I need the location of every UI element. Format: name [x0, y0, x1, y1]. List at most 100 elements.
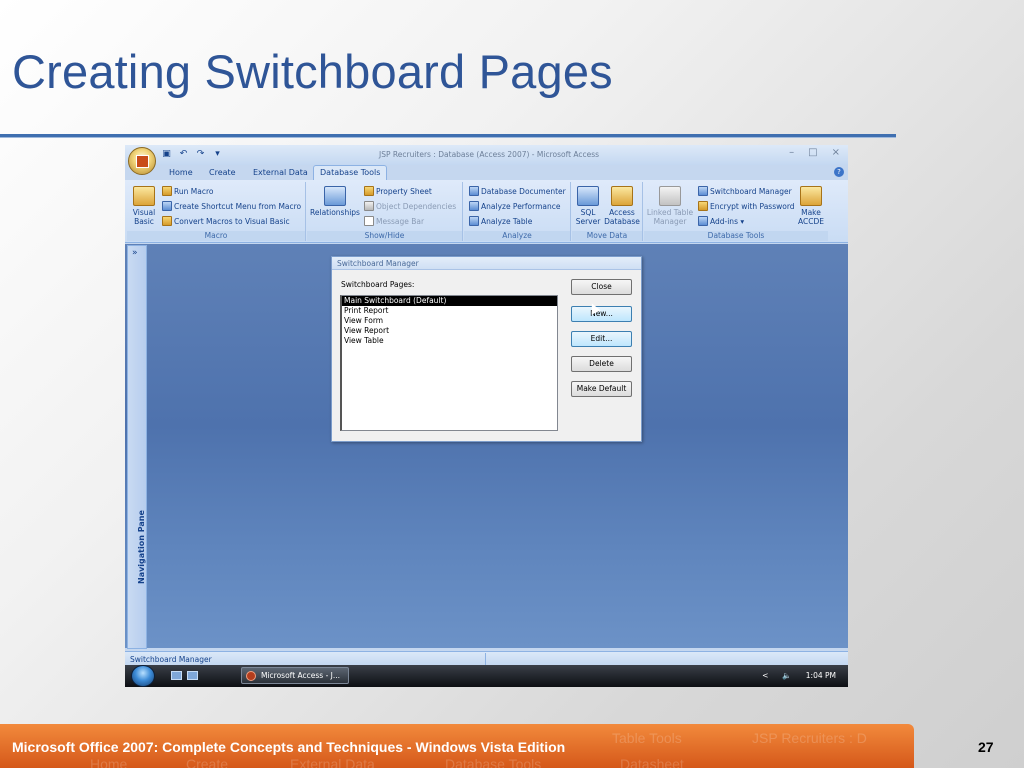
analyze-table-button[interactable]: Analyze Table — [469, 216, 532, 226]
message-bar-checkbox[interactable]: Message Bar — [364, 216, 424, 226]
close-dialog-button[interactable]: Close — [571, 279, 632, 295]
taskbar-access-button[interactable]: Microsoft Access - J... — [241, 667, 349, 684]
group-label-analyze: Analyze — [464, 231, 570, 241]
create-shortcut-menu-button[interactable]: Create Shortcut Menu from Macro — [162, 201, 301, 211]
tab-external-data[interactable]: External Data — [247, 167, 314, 178]
ribbon-group-show-hide: Relationships Property Sheet Object Depe… — [307, 182, 463, 241]
list-item[interactable]: View Report — [342, 326, 557, 336]
analyze-table-icon — [469, 216, 479, 226]
tab-database-tools[interactable]: Database Tools — [313, 165, 388, 181]
property-sheet-icon — [364, 186, 374, 196]
relationships-button[interactable]: Relationships — [309, 186, 361, 217]
customize-qat-icon[interactable]: ▾ — [212, 149, 223, 160]
convert-macros-icon — [162, 216, 172, 226]
ribbon-group-database-tools: Linked Table Manager Switchboard Manager… — [644, 182, 828, 241]
checkbox-icon — [364, 216, 374, 226]
run-macro-icon — [162, 186, 172, 196]
visual-basic-icon — [133, 186, 155, 206]
delete-page-button[interactable]: Delete — [571, 356, 632, 372]
switchboard-pages-list[interactable]: Main Switchboard (Default) Print Report … — [340, 295, 558, 431]
sql-server-button[interactable]: SQL Server — [574, 186, 602, 226]
status-divider — [485, 653, 486, 665]
object-dependencies-icon — [364, 201, 374, 211]
switchboard-manager-button[interactable]: Switchboard Manager — [698, 186, 792, 196]
status-bar: Switchboard Manager — [125, 651, 848, 665]
show-desktop-icon[interactable] — [171, 671, 182, 680]
footer-text: Microsoft Office 2007: Complete Concepts… — [12, 739, 566, 755]
ribbon-tabs: Home Create External Data Database Tools… — [125, 165, 848, 181]
title-divider — [0, 134, 896, 137]
volume-icon[interactable]: 🔈 — [782, 671, 791, 680]
documenter-icon — [469, 186, 479, 196]
switchboard-pages-label: Switchboard Pages: — [341, 280, 415, 289]
sql-server-icon — [577, 186, 599, 206]
ribbon-group-move-data: SQL Server Access Database Move Data — [572, 182, 643, 241]
group-label-database-tools: Database Tools — [644, 231, 828, 241]
tray-chevron-icon[interactable]: < — [762, 671, 768, 680]
encrypt-password-button[interactable]: Encrypt with Password — [698, 201, 795, 211]
add-ins-button[interactable]: Add-ins ▾ — [698, 216, 744, 226]
switch-windows-icon[interactable] — [187, 671, 198, 680]
linked-table-manager-button[interactable]: Linked Table Manager — [646, 186, 694, 226]
encrypt-icon — [698, 201, 708, 211]
undo-icon[interactable]: ↶ — [178, 149, 189, 160]
close-button[interactable]: × — [832, 147, 840, 158]
office-button[interactable] — [128, 147, 156, 175]
system-tray: < 🔈 1:04 PM — [762, 671, 836, 680]
tab-home[interactable]: Home — [163, 167, 199, 178]
slide-title: Creating Switchboard Pages — [12, 45, 613, 98]
list-item[interactable]: View Form — [342, 316, 557, 326]
access-screenshot: ▣ ↶ ↷ ▾ JSP Recruiters : Database (Acces… — [125, 145, 848, 687]
group-label-show-hide: Show/Hide — [307, 231, 462, 241]
performance-icon — [469, 201, 479, 211]
ribbon: Visual Basic Run Macro Create Shortcut M… — [125, 180, 848, 243]
make-accde-icon — [800, 186, 822, 206]
access-database-icon — [611, 186, 633, 206]
switchboard-manager-icon — [698, 186, 708, 196]
minimize-button[interactable]: – — [789, 147, 794, 158]
status-text: Switchboard Manager — [130, 655, 212, 664]
start-button[interactable] — [131, 665, 155, 687]
list-item[interactable]: Main Switchboard (Default) — [342, 296, 557, 306]
window-title: JSP Recruiters : Database (Access 2007) … — [379, 150, 600, 159]
office-logo-icon — [136, 155, 149, 168]
maximize-button[interactable]: □ — [808, 147, 817, 158]
property-sheet-button[interactable]: Property Sheet — [364, 186, 432, 196]
clock[interactable]: 1:04 PM — [806, 671, 836, 680]
redo-icon[interactable]: ↷ — [195, 149, 206, 160]
group-label-macro: Macro — [127, 231, 305, 241]
page-number: 27 — [978, 739, 994, 755]
make-default-button[interactable]: Make Default — [571, 381, 632, 397]
make-accde-button[interactable]: Make ACCDE — [796, 186, 826, 226]
new-page-button[interactable]: New... — [571, 306, 632, 322]
linked-table-icon — [659, 186, 681, 206]
list-item[interactable]: Print Report — [342, 306, 557, 316]
save-icon[interactable]: ▣ — [161, 149, 172, 160]
add-ins-icon — [698, 216, 708, 226]
ribbon-group-analyze: Database Documenter Analyze Performance … — [464, 182, 571, 241]
navigation-pane[interactable]: » Navigation Pane — [127, 245, 147, 649]
windows-taskbar: Microsoft Access - J... < 🔈 1:04 PM — [125, 665, 848, 687]
window-controls: – □ × — [789, 147, 840, 158]
edit-page-button[interactable]: Edit... — [571, 331, 632, 347]
window-titlebar: ▣ ↶ ↷ ▾ JSP Recruiters : Database (Acces… — [125, 145, 848, 165]
help-icon[interactable]: ? — [834, 167, 844, 177]
tab-create[interactable]: Create — [203, 167, 242, 178]
shortcut-menu-icon — [162, 201, 172, 211]
database-documenter-button[interactable]: Database Documenter — [469, 186, 566, 196]
quick-access-toolbar: ▣ ↶ ↷ ▾ — [161, 149, 223, 160]
access-app-icon — [246, 671, 256, 681]
group-label-move-data: Move Data — [572, 231, 642, 241]
run-macro-button[interactable]: Run Macro — [162, 186, 213, 196]
dialog-title: Switchboard Manager — [332, 257, 641, 270]
relationships-icon — [324, 186, 346, 206]
access-database-button[interactable]: Access Database — [604, 186, 640, 226]
switchboard-manager-dialog: Switchboard Manager Switchboard Pages: M… — [331, 256, 642, 442]
convert-macros-button[interactable]: Convert Macros to Visual Basic — [162, 216, 290, 226]
analyze-performance-button[interactable]: Analyze Performance — [469, 201, 560, 211]
visual-basic-button[interactable]: Visual Basic — [131, 186, 157, 226]
object-dependencies-button[interactable]: Object Dependencies — [364, 201, 456, 211]
expand-chevron-icon[interactable]: » — [132, 248, 138, 258]
list-item[interactable]: View Table — [342, 336, 557, 346]
ribbon-group-macro: Visual Basic Run Macro Create Shortcut M… — [127, 182, 306, 241]
